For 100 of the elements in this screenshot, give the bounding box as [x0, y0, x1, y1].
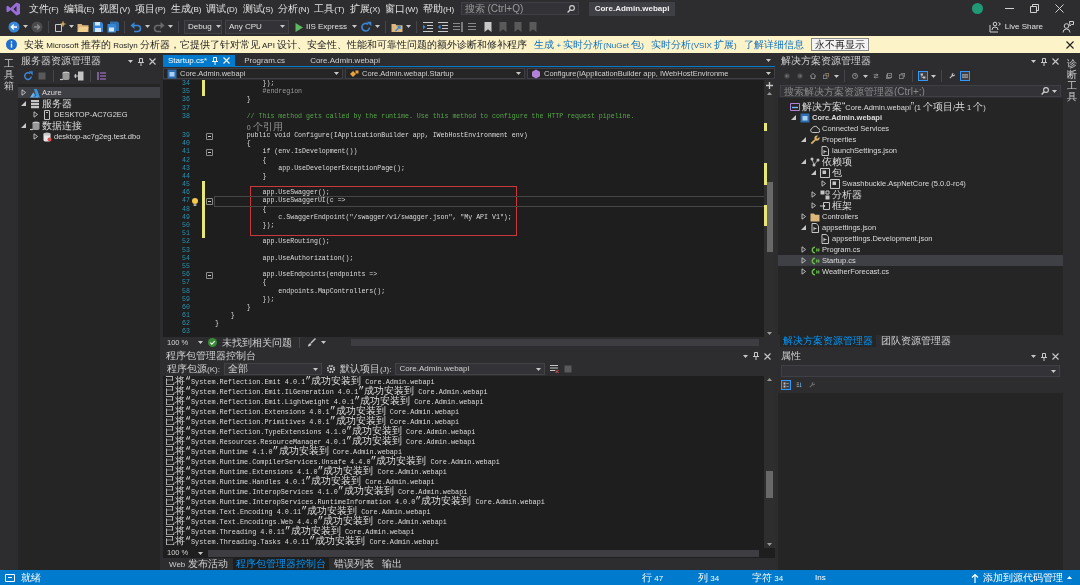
- caret-icon[interactable]: [766, 59, 771, 62]
- expander-icon[interactable]: [800, 224, 807, 231]
- close-icon[interactable]: [1066, 40, 1074, 49]
- search-icon[interactable]: [1041, 87, 1049, 95]
- copy-icon[interactable]: [897, 71, 907, 81]
- tree-item[interactable]: 数据连接: [20, 120, 82, 131]
- pin-icon[interactable]: [1041, 57, 1047, 66]
- scrollbar-thumb[interactable]: [767, 182, 773, 252]
- issues-status[interactable]: 未找到相关问题: [222, 336, 292, 348]
- caret-icon[interactable]: [1031, 60, 1036, 63]
- side-tab[interactable]: 诊断工具: [1066, 58, 1077, 102]
- back-icon[interactable]: [8, 20, 20, 33]
- dismiss-button[interactable]: 永不再显示: [810, 38, 869, 51]
- caret-icon[interactable]: [743, 354, 748, 358]
- caret-icon[interactable]: [863, 74, 868, 78]
- horizontal-scrollbar[interactable]: [208, 549, 759, 557]
- caret-icon[interactable]: [834, 74, 839, 78]
- caret-icon[interactable]: [128, 60, 133, 63]
- expander-icon[interactable]: [20, 100, 27, 107]
- brush-icon[interactable]: [307, 338, 316, 347]
- live-share-button[interactable]: Live Share: [988, 20, 1043, 33]
- tree-item[interactable]: 分析器: [810, 189, 862, 200]
- menu-item[interactable]: 帮助(H): [420, 1, 457, 16]
- panel-tab[interactable]: Web 发布活动: [166, 558, 231, 570]
- run-button[interactable]: IIS Express: [292, 19, 349, 34]
- expander-icon[interactable]: [800, 158, 807, 165]
- caret-icon[interactable]: [321, 341, 326, 344]
- menu-item[interactable]: 文件(F): [26, 1, 62, 16]
- expander-icon[interactable]: [800, 268, 807, 275]
- scroll-down-icon[interactable]: [767, 543, 772, 546]
- pin-icon[interactable]: [1041, 352, 1047, 361]
- expander-icon[interactable]: [20, 122, 27, 129]
- expander-icon[interactable]: [810, 169, 817, 176]
- caret-icon[interactable]: [168, 25, 173, 28]
- expander-icon[interactable]: [800, 213, 807, 220]
- info-link[interactable]: 生成 + 实时分析(NuGet 包): [534, 37, 644, 52]
- pin-icon[interactable]: [753, 352, 759, 360]
- menu-item[interactable]: 分析(N): [275, 1, 312, 16]
- collapse-icon[interactable]: [206, 198, 213, 206]
- forward-icon[interactable]: [31, 20, 43, 33]
- person-bubble-icon[interactable]: [1062, 20, 1074, 33]
- menu-item[interactable]: 项目(P): [132, 1, 169, 16]
- home-icon[interactable]: [808, 71, 818, 81]
- platform-dropdown[interactable]: Any CPU: [225, 19, 289, 34]
- source-dropdown[interactable]: 全部: [223, 363, 322, 375]
- tree-item[interactable]: 服务器: [20, 98, 72, 109]
- new-item-icon[interactable]: [54, 20, 66, 33]
- refresh-icon[interactable]: [23, 71, 33, 81]
- expander-icon[interactable]: [810, 202, 817, 209]
- expander-icon[interactable]: [32, 111, 39, 118]
- menu-item[interactable]: 工具(T): [311, 1, 347, 16]
- panel-tab[interactable]: 团队资源管理器: [878, 335, 954, 347]
- menu-item[interactable]: 扩展(X): [347, 1, 383, 16]
- search-field[interactable]: 搜索 (Ctrl+Q): [460, 2, 579, 15]
- lines-icon[interactable]: [451, 20, 464, 33]
- panel-tab[interactable]: 解决方案资源管理器: [780, 335, 876, 347]
- tree-item[interactable]: 依赖项: [800, 156, 852, 167]
- configuration-dropdown[interactable]: Debug: [184, 19, 222, 34]
- side-tab[interactable]: 工具箱: [4, 58, 14, 91]
- search-field[interactable]: 搜索解决方案资源管理器(Ctrl+;): [780, 85, 1061, 97]
- lightbulb-icon[interactable]: [192, 197, 198, 206]
- categorized-icon[interactable]: [781, 380, 791, 390]
- tree-item[interactable]: 包: [810, 167, 842, 178]
- source-control-button[interactable]: 添加到源代码管理: [971, 570, 1063, 585]
- expander-icon[interactable]: [800, 246, 807, 253]
- menu-item[interactable]: 生成(B): [168, 1, 204, 16]
- project-dropdown[interactable]: Core.Admin.webapi: [395, 363, 546, 375]
- scrollbar-thumb[interactable]: [766, 471, 773, 498]
- server-plug-icon[interactable]: [74, 71, 84, 81]
- caret-icon[interactable]: [405, 25, 411, 28]
- preview-icon[interactable]: [960, 71, 970, 81]
- refresh-icon[interactable]: [359, 20, 372, 33]
- caret-icon[interactable]: [23, 25, 28, 28]
- undo-icon[interactable]: [130, 20, 142, 33]
- wrench-icon[interactable]: [947, 71, 957, 81]
- expander-icon[interactable]: [800, 136, 807, 143]
- scroll-down-icon[interactable]: [767, 332, 772, 335]
- info-link[interactable]: 实时分析(VSIX 扩展): [650, 37, 737, 52]
- expander-icon[interactable]: [32, 133, 39, 140]
- menu-item[interactable]: 测试(S): [240, 1, 276, 16]
- menu-item[interactable]: 窗口(W): [382, 1, 421, 16]
- menu-item[interactable]: 编辑(E): [61, 1, 97, 16]
- caret-icon[interactable]: [1031, 355, 1036, 358]
- list-icon[interactable]: [97, 71, 107, 81]
- settings-icon[interactable]: [325, 364, 336, 374]
- collapse-icon[interactable]: [206, 271, 213, 279]
- panel-tab[interactable]: 程序包管理器控制台: [232, 558, 329, 570]
- vertical-scrollbar[interactable]: [764, 376, 775, 548]
- menu-item[interactable]: 调试(D): [203, 1, 240, 16]
- scroll-up-icon[interactable]: [767, 92, 772, 95]
- menu-item[interactable]: 视图(V): [96, 1, 133, 16]
- tree-item[interactable]: 框架: [810, 200, 852, 211]
- panel-tab[interactable]: 错误列表: [330, 558, 377, 570]
- indent-icon[interactable]: [421, 20, 434, 33]
- show-all-files-icon[interactable]: [918, 71, 928, 81]
- pin-icon[interactable]: [138, 57, 144, 66]
- expander-icon[interactable]: [820, 180, 827, 187]
- expander-icon[interactable]: [20, 89, 27, 96]
- expander-icon[interactable]: [810, 191, 817, 198]
- editor-tab[interactable]: Core.Admin.webapi: [305, 55, 385, 66]
